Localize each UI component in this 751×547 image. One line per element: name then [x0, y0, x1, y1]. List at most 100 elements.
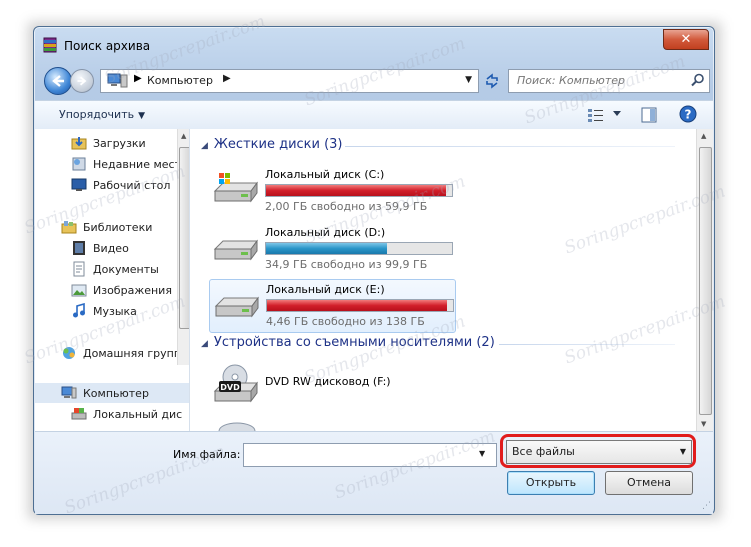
group-header-label: Устройства со съемными носителями (2) [213, 335, 495, 350]
search-icon[interactable] [691, 73, 705, 87]
nav-item-label: Документы [93, 263, 159, 276]
filename-dropdown-icon[interactable]: ▼ [479, 449, 485, 458]
drive-usage-bar [265, 184, 453, 197]
group-divider [499, 344, 675, 345]
preview-pane-icon[interactable] [641, 107, 657, 123]
forward-button[interactable] [70, 69, 94, 93]
nav-item-video[interactable]: Видео [35, 238, 189, 258]
group-divider [345, 146, 675, 147]
nav-item-libraries[interactable]: Библиотеки [35, 217, 189, 237]
back-arrow-icon [52, 75, 64, 87]
resize-grip-icon[interactable]: ⋰ [702, 501, 711, 511]
forward-arrow-icon [77, 76, 87, 86]
content-area: Загрузки Недавние мест Рабочий стол Библ… [35, 129, 713, 431]
navigation-pane: Загрузки Недавние мест Рабочий стол Библ… [35, 129, 190, 431]
dvd-drive-icon: DVD [213, 364, 258, 403]
winrar-icon [43, 37, 57, 53]
drive-name: Локальный диск (C:) [265, 168, 385, 181]
nav-item-label: Компьютер [83, 387, 149, 400]
group-header-label: Жесткие диски (3) [213, 137, 343, 152]
nav-item-documents[interactable]: Документы [35, 259, 189, 279]
hard-drive-icon [213, 239, 258, 261]
file-type-filter[interactable]: Все файлы ▼ [506, 440, 692, 464]
drive-item-selected[interactable]: Локальный диск (E:) 4,46 ГБ свободно из … [209, 279, 456, 333]
drive-name: DVD RW дисковод (F:) [265, 375, 391, 388]
breadcrumb-separator[interactable]: ▶ [134, 73, 142, 84]
documents-library-icon [73, 261, 85, 277]
collapse-chevron-icon[interactable]: ◢ [201, 141, 208, 151]
nav-item-label: Видео [93, 242, 129, 255]
address-dropdown-icon[interactable]: ▼ [465, 75, 472, 85]
scrollbar-thumb[interactable] [699, 147, 712, 415]
dvd-badge: DVD [220, 383, 240, 392]
search-input[interactable] [515, 73, 689, 88]
nav-item-computer[interactable]: Компьютер [35, 383, 189, 403]
computer-icon [107, 73, 128, 88]
view-options-icon[interactable] [587, 107, 605, 123]
filter-dropdown-icon[interactable]: ▼ [680, 447, 686, 456]
hard-drive-icon [214, 296, 259, 318]
window-title: Поиск архива [64, 39, 151, 53]
pictures-library-icon [71, 284, 87, 297]
open-button[interactable]: Открыть [507, 471, 595, 495]
drive-usage-fill [266, 243, 388, 254]
back-button[interactable] [44, 67, 72, 95]
title-bar[interactable]: Поиск архива ✕ [34, 27, 714, 63]
nav-item-recent-places[interactable]: Недавние мест [35, 154, 189, 174]
file-type-value: Все файлы [512, 445, 575, 458]
drive-item[interactable]: Локальный диск (D:) 34,9 ГБ свободно из … [209, 223, 454, 275]
system-drive-icon [213, 173, 258, 203]
nav-item-label: Музыка [93, 305, 137, 318]
nav-item-label: Недавние мест [93, 158, 181, 171]
breadcrumb-separator-end[interactable]: ▶ [223, 73, 231, 84]
navigation-scrollbar[interactable]: ▲ [177, 129, 189, 365]
nav-item-music[interactable]: Музыка [35, 301, 189, 321]
filename-label: Имя файла: [173, 448, 241, 461]
group-header-hard-disks[interactable]: ◢ Жесткие диски (3) [201, 137, 343, 152]
libraries-icon [61, 221, 77, 234]
file-list-pane: ◢ Жесткие диски (3) Локальный диск (C:) 2… [195, 129, 697, 431]
dialog-footer: Имя файла: ▼ Все файлы ▼ Открыть Отмена … [35, 431, 713, 514]
address-bar[interactable]: ▶ Компьютер ▶ ▼ [100, 69, 479, 93]
organize-dropdown-icon: ▼ [138, 111, 146, 121]
file-list-scrollbar[interactable]: ▲ ▼ [696, 129, 713, 431]
homegroup-icon [63, 347, 75, 359]
scroll-up-icon[interactable]: ▲ [181, 132, 186, 140]
cancel-button[interactable]: Отмена [605, 471, 693, 495]
nav-item-local-disk[interactable]: Локальный дис [35, 404, 189, 424]
nav-item-downloads[interactable]: Загрузки [35, 133, 189, 153]
video-library-icon [73, 241, 85, 255]
close-button[interactable]: ✕ [663, 29, 709, 50]
refresh-icon [486, 73, 498, 89]
view-dropdown-icon[interactable] [613, 111, 621, 117]
refresh-button[interactable] [480, 70, 504, 92]
drive-usage-bar [266, 299, 454, 312]
scrollbar-thumb[interactable] [179, 147, 189, 329]
drive-free-space: 2,00 ГБ свободно из 59,9 ГБ [265, 200, 428, 213]
scroll-up-icon[interactable]: ▲ [701, 132, 706, 140]
breadcrumb-computer[interactable]: Компьютер [147, 74, 213, 87]
search-box[interactable] [508, 69, 710, 93]
removable-drive-icon-partial [218, 422, 256, 431]
navigation-row: ▶ Компьютер ▶ ▼ [40, 67, 710, 95]
svg-text:?: ? [685, 108, 692, 122]
drive-usage-fill [267, 300, 448, 311]
filename-input[interactable] [243, 443, 497, 467]
drive-name: Локальный диск (E:) [266, 283, 385, 296]
drive-name: Локальный диск (D:) [265, 226, 386, 239]
scroll-down-icon[interactable]: ▼ [701, 420, 706, 428]
drive-free-space: 4,46 ГБ свободно из 138 ГБ [266, 315, 425, 328]
nav-item-desktop[interactable]: Рабочий стол [35, 175, 189, 195]
dvd-drive-item[interactable]: DVD DVD RW дисковод (F:) [209, 359, 454, 411]
organize-menu[interactable]: Упорядочить ▼ [59, 108, 145, 121]
group-header-removable[interactable]: ◢ Устройства со съемными носителями (2) [201, 335, 495, 350]
drive-item[interactable]: Локальный диск (C:) 2,00 ГБ свободно из … [209, 165, 454, 217]
downloads-icon [71, 137, 87, 150]
nav-item-pictures[interactable]: Изображения [35, 280, 189, 300]
nav-item-label: Библиотеки [83, 221, 153, 234]
collapse-chevron-icon[interactable]: ◢ [201, 339, 208, 349]
nav-item-homegroup[interactable]: Домашняя групп [35, 343, 189, 363]
help-icon[interactable]: ? [679, 105, 697, 123]
file-open-dialog: Поиск архива ✕ ▶ Компьютер ▶ ▼ Поиск: Ко… [33, 26, 715, 515]
computer-icon [61, 386, 77, 399]
